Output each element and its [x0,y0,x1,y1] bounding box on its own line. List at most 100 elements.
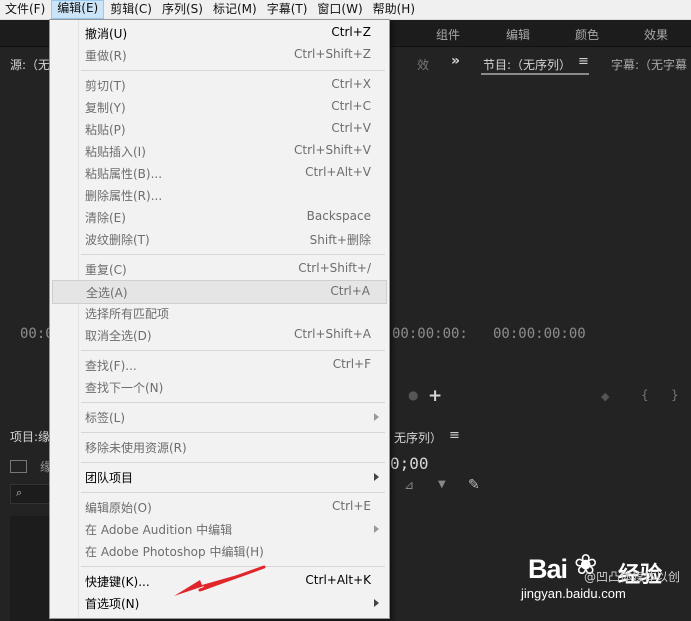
edit-menu-dropdown: 撤消(U) Ctrl+Z 重做(R) Ctrl+Shift+Z 剪切(T) Ct… [49,19,390,619]
menu-separator [81,402,385,403]
menu-item-label: 首选项(N) [85,597,140,611]
search-icon: ⌕ [16,486,23,499]
active-tab-underline [481,73,589,75]
mark-in-icon[interactable]: { [641,388,649,402]
menu-item-paste-insert[interactable]: 粘贴插入(I) Ctrl+Shift+V [52,140,387,162]
captions-panel-title[interactable]: 字幕:（无字幕 [611,56,687,73]
mark-out-icon[interactable]: } [671,388,679,402]
menu-item-team-projects[interactable]: 团队项目 [52,466,387,488]
menu-clip[interactable]: 剪辑(C) [105,1,157,18]
menu-item-undo[interactable]: 撤消(U) Ctrl+Z [52,22,387,44]
menu-item-label: 编辑原始(O) [85,501,152,515]
menu-item-duplicate[interactable]: 重复(C) Ctrl+Shift+/ [52,258,387,280]
baidu-watermark: Bai ❀ 经验 @凹凸体媒体以创 jingyan.baidu.com [521,548,691,608]
program-timecode: 00:00:00:00 [493,326,586,342]
menu-item-label: 取消全选(D) [85,329,152,343]
watermark-logo: Bai [528,554,568,584]
menu-item-remove-unused[interactable]: 移除未使用资源(R) [52,436,387,458]
project-search-input[interactable]: ⌕ [10,484,52,504]
source-panel-title[interactable]: 源:（无 [10,56,50,73]
menu-item-paste-attributes[interactable]: 粘贴属性(B)... Ctrl+Alt+V [52,162,387,184]
add-button-icon[interactable]: + [428,386,442,406]
menu-item-label: 粘贴插入(I) [85,145,146,159]
menu-item-label: 标签(L) [85,411,126,425]
menu-item-deselect-all[interactable]: 取消全选(D) Ctrl+Shift+A [52,324,387,346]
menu-item-shortcut: Ctrl+Shift+A [294,327,371,341]
menu-item-label: 选择所有匹配项 [85,307,170,321]
workspace-tab-effects[interactable]: 效果 [644,26,668,43]
menu-item-label: 移除未使用资源(R) [85,441,187,455]
program-panel: 节目:（无序列） ≡ 字幕:（无字幕 00:00:00:00 ◆ { } [471,48,691,418]
menu-item-cut[interactable]: 剪切(T) Ctrl+X [52,74,387,96]
menu-separator [81,492,385,493]
annotation-arrow-icon [174,565,266,596]
menu-sequence[interactable]: 序列(S) [157,1,208,18]
menu-item-edit-in-photoshop[interactable]: 在 Adobe Photoshop 中编辑(H) [52,540,387,562]
menu-item-find-next[interactable]: 查找下一个(N) [52,376,387,398]
menu-separator [81,350,385,351]
bin-icon[interactable] [10,460,27,473]
menu-item-select-all[interactable]: 全选(A) Ctrl+A [52,280,387,304]
menu-item-shortcut: Ctrl+X [331,77,371,91]
menu-item-label: 删除属性(R)... [85,189,163,203]
project-panel-title[interactable]: 项目:缘 [10,428,50,445]
menu-item-label: 查找(F)... [85,359,137,373]
panel-menu-icon[interactable]: ≡ [578,54,589,69]
menu-item-shortcut: Ctrl+F [332,357,371,371]
menu-item-redo[interactable]: 重做(R) Ctrl+Shift+Z [52,44,387,66]
menu-item-shortcut: Ctrl+Z [331,25,371,39]
menu-item-label-submenu[interactable]: 标签(L) [52,406,387,428]
menu-item-shortcut: Ctrl+Shift+Z [294,47,371,61]
menu-item-label: 复制(Y) [85,101,126,115]
menu-item-label: 粘贴属性(B)... [85,167,163,181]
menu-edit[interactable]: 编辑(E) [51,0,105,19]
snap-icon[interactable]: ⊿ [404,478,414,492]
panel-tab-effects-fragment[interactable]: 效 [417,56,429,73]
marker-icon[interactable]: ◆ [601,390,609,403]
menu-item-find[interactable]: 查找(F)... Ctrl+F [52,354,387,376]
menu-item-label: 清除(E) [85,211,126,225]
menu-marker[interactable]: 标记(M) [208,1,262,18]
menu-item-label: 粘贴(P) [85,123,126,137]
menu-item-shortcut: Ctrl+C [331,99,371,113]
submenu-arrow-icon [374,599,379,607]
workspace-tab-color[interactable]: 颜色 [575,26,599,43]
panel-overflow-icon[interactable]: » [451,53,460,69]
menu-item-paste[interactable]: 粘贴(P) Ctrl+V [52,118,387,140]
menu-item-label: 在 Adobe Audition 中编辑 [85,523,233,537]
menu-item-shortcut: Backspace [306,209,371,223]
workspace-tab-editing[interactable]: 编辑 [506,26,530,43]
menu-window[interactable]: 窗口(W) [312,1,367,18]
menu-separator [81,462,385,463]
menu-item-copy[interactable]: 复制(Y) Ctrl+C [52,96,387,118]
menu-help[interactable]: 帮助(H) [368,1,420,18]
menu-file[interactable]: 文件(F) [0,1,50,18]
project-list-area[interactable] [10,516,50,621]
menu-item-shortcut: Ctrl+Alt+V [305,165,371,179]
menu-title[interactable]: 字幕(T) [262,1,313,18]
menu-item-clear[interactable]: 清除(E) Backspace [52,206,387,228]
menu-item-label: 查找下一个(N) [85,381,164,395]
menu-item-ripple-delete[interactable]: 波纹删除(T) Shift+删除 [52,228,387,250]
menu-item-edit-in-audition[interactable]: 在 Adobe Audition 中编辑 [52,518,387,540]
workspace-tab-assembly[interactable]: 组件 [436,26,460,43]
timeline-timecode: 0;00 [390,454,429,473]
menu-item-edit-original[interactable]: 编辑原始(O) Ctrl+E [52,496,387,518]
menu-item-remove-attributes[interactable]: 删除属性(R)... [52,184,387,206]
program-panel-title[interactable]: 节目:（无序列） [483,56,571,73]
timeline-marker-icon[interactable]: ▼ [438,479,446,490]
timeline-panel-title[interactable]: 无序列） [394,429,442,446]
menu-item-shortcut: Ctrl+Alt+K [305,573,371,587]
watermark-overlap-text: @凹凸体媒体以创 [584,570,681,584]
menu-item-select-all-matching[interactable]: 选择所有匹配项 [52,302,387,324]
source-controls-icon[interactable]: ● [408,388,418,402]
menu-item-shortcut: Ctrl+V [331,121,371,135]
wrench-icon[interactable]: ✎ [468,477,480,493]
menu-item-label: 全选(A) [86,286,128,300]
menu-item-shortcut: Ctrl+Shift+V [294,143,371,157]
menu-item-label: 团队项目 [85,471,134,485]
menu-item-label: 剪切(T) [85,79,126,93]
menu-item-shortcut: Ctrl+E [332,499,371,513]
menu-item-label: 快捷键(K)... [85,575,150,589]
timeline-menu-icon[interactable]: ≡ [449,428,460,443]
